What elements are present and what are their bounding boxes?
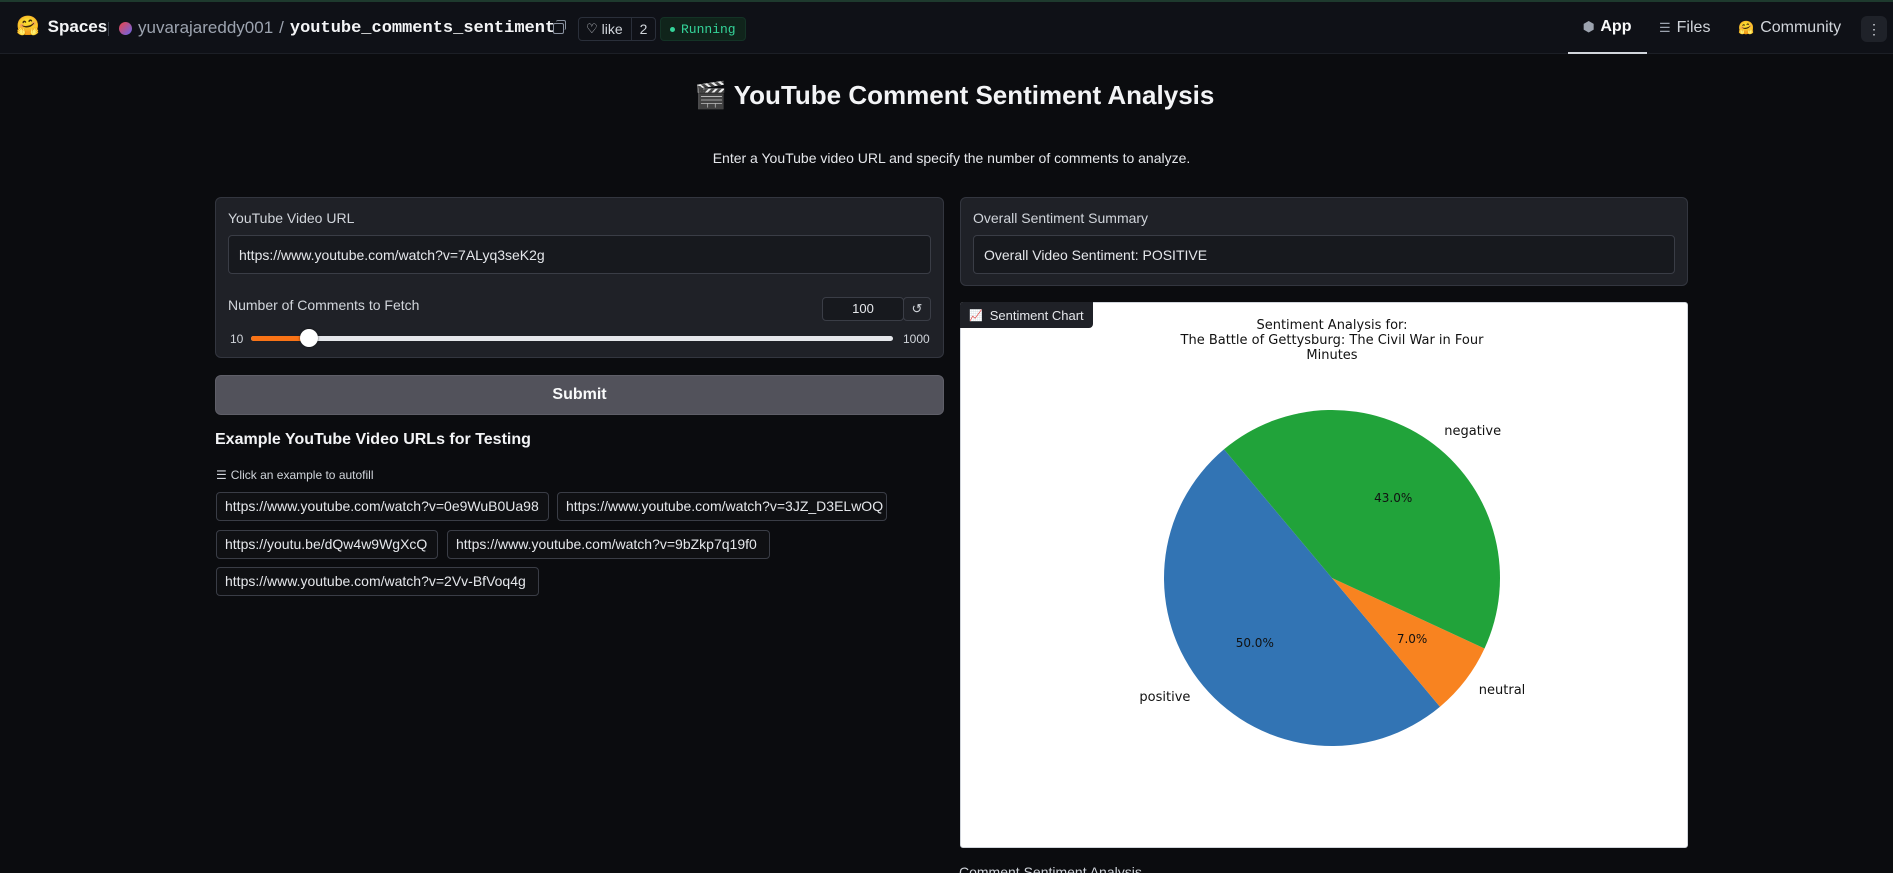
like-label: like [601, 21, 623, 37]
spaces-label: Spaces [47, 17, 108, 36]
tab-app-label: App [1600, 18, 1632, 35]
submit-button[interactable]: Submit [215, 375, 944, 415]
tab-app[interactable]: ⬢ App [1568, 2, 1647, 54]
status-badge: Running [660, 17, 746, 41]
page-subtitle: Enter a YouTube video URL and specify th… [712, 150, 1191, 166]
summary-label: Overall Sentiment Summary [973, 210, 1149, 226]
breadcrumb-separator: / [279, 18, 284, 37]
page-title: 🎬 YouTube Comment Sentiment Analysis [694, 80, 1215, 110]
examples-hint: ☰ Click an example to autofill [216, 468, 374, 482]
slider-min-label: 10 [230, 332, 244, 346]
cube-icon: ⬢ [1583, 19, 1595, 34]
examples-hint-text: Click an example to autofill [230, 468, 374, 482]
chart-icon: 📈 [969, 309, 983, 322]
community-icon: 🤗 [1738, 20, 1755, 35]
chart-title-line: The Battle of Gettysburg: The Civil War … [1180, 333, 1485, 348]
chart-tag-text: Sentiment Chart [989, 307, 1084, 323]
url-input[interactable]: https://www.youtube.com/watch?v=7ALyq3se… [228, 235, 931, 274]
like-button[interactable]: ♡ like 2 [578, 17, 657, 41]
owner-avatar[interactable] [119, 21, 132, 35]
pie-category-label: neutral [1479, 683, 1526, 698]
comment-count-slider[interactable] [251, 336, 893, 341]
tab-community-label: Community [1760, 19, 1842, 36]
list-icon: ☰ [216, 468, 227, 482]
example-url-chip[interactable]: https://www.youtube.com/watch?v=9bZkp7q1… [447, 530, 770, 559]
copy-icon[interactable] [553, 20, 566, 34]
pie-percent-label: 50.0% [1236, 636, 1274, 650]
pie-category-label: negative [1444, 424, 1501, 439]
comment-count-label: Number of Comments to Fetch [228, 297, 420, 313]
tab-files-label: Files [1676, 19, 1711, 36]
slider-max-label: 1000 [903, 332, 930, 346]
chart-title-line: Minutes [1306, 348, 1357, 363]
examples-heading: Example YouTube Video URLs for Testing [215, 431, 531, 448]
status-text: Running [681, 21, 736, 37]
summary-output: Overall Video Sentiment: POSITIVE [973, 235, 1675, 274]
repo-breadcrumb: yuvarajareddy001 / youtube_comments_sentim… [119, 18, 555, 38]
chart-title-line: Sentiment Analysis for: [1256, 318, 1407, 333]
tab-community[interactable]: 🤗 Community [1738, 2, 1841, 54]
divider [108, 22, 109, 36]
pie-percent-label: 43.0% [1374, 491, 1412, 505]
comment-count-input[interactable]: 100 [822, 297, 904, 321]
sentiment-pie-chart: Sentiment Analysis for:The Battle of Get… [1139, 318, 1526, 746]
tab-files[interactable]: ☰ Files [1659, 2, 1710, 54]
top-navigation-bar: 🤗 Spaces yuvarajareddy001 / youtube_commen… [0, 0, 1893, 54]
example-url-chip[interactable]: https://www.youtube.com/watch?v=2Vv-BfVo… [216, 567, 539, 596]
files-icon: ☰ [1659, 20, 1671, 35]
pie-percent-label: 7.0% [1397, 632, 1428, 646]
repo-name-link[interactable]: youtube_comments_sentiment [290, 19, 555, 38]
spaces-brand-link[interactable]: 🤗 Spaces [16, 17, 107, 37]
comment-analysis-label: Comment Sentiment Analysis [959, 864, 1142, 873]
more-options-button[interactable]: ⋮ [1861, 16, 1887, 42]
owner-link[interactable]: yuvarajareddy001 [138, 18, 273, 38]
status-dot-icon [670, 26, 675, 32]
pie-category-label: positive [1139, 690, 1190, 705]
like-count[interactable]: 2 [630, 18, 656, 40]
hugging-face-logo-icon: 🤗 [16, 16, 40, 37]
example-url-chip[interactable]: https://www.youtube.com/watch?v=3JZ_D3EL… [557, 492, 887, 521]
example-url-chip[interactable]: https://www.youtube.com/watch?v=0e9WuB0U… [216, 492, 549, 521]
url-label: YouTube Video URL [228, 210, 355, 226]
reset-icon[interactable]: ↺ [903, 297, 931, 321]
example-url-chip[interactable]: https://youtu.be/dQw4w9WgXcQ [216, 530, 438, 559]
heart-icon: ♡ [586, 21, 598, 36]
chart-tab-label: 📈 Sentiment Chart [960, 302, 1093, 328]
